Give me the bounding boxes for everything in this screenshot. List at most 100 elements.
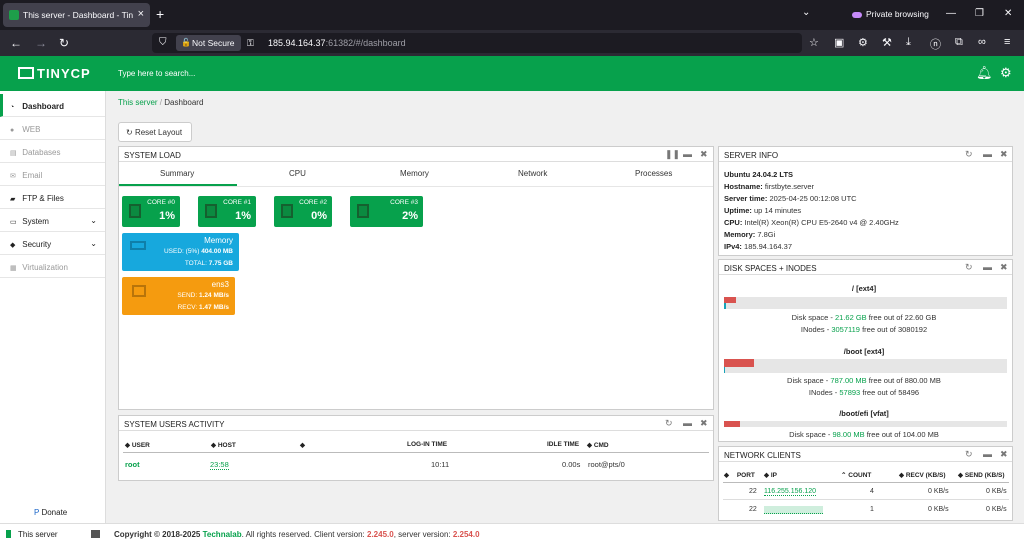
extensions-puzzle-icon[interactable]: ⧉ bbox=[955, 36, 963, 49]
key-icon[interactable]: ⚿ bbox=[247, 38, 254, 49]
cpu-chip-icon bbox=[205, 204, 217, 218]
minimize-panel-icon[interactable]: ▬ bbox=[983, 262, 992, 272]
cpu-chip-icon bbox=[129, 204, 141, 218]
user-host[interactable]: 23:58 bbox=[210, 460, 229, 470]
pocket-icon[interactable]: ▣ bbox=[834, 36, 844, 49]
column-header-login[interactable]: LOG-IN TIME bbox=[407, 441, 447, 448]
sidebar-item-ftp-files[interactable]: ▰ FTP & Files bbox=[0, 186, 105, 209]
settings-gears-icon[interactable]: ⚙ bbox=[1000, 65, 1012, 81]
column-header-recv[interactable]: ◆ RECV (KB/S) bbox=[899, 471, 946, 479]
restore-icon[interactable]: ❐ bbox=[975, 8, 984, 19]
tab-network[interactable]: Network bbox=[518, 169, 547, 178]
minimize-panel-icon[interactable]: ▬ bbox=[683, 149, 692, 159]
server-icon: ▦ bbox=[10, 265, 17, 272]
minimize-icon[interactable]: — bbox=[946, 8, 956, 19]
refresh-icon[interactable]: ↻ bbox=[965, 262, 973, 273]
core-name: CORE #3 bbox=[390, 199, 418, 206]
shield-icon[interactable]: ⛉ bbox=[159, 37, 167, 48]
network-clients-panel: NETWORK CLIENTS ↻ ▬ ✖ ◆ PORT ◆ IP ⌃ COUN… bbox=[718, 446, 1013, 521]
database-icon: ▤ bbox=[10, 150, 17, 157]
reset-layout-label: Reset Layout bbox=[134, 128, 183, 137]
close-panel-icon[interactable]: ✖ bbox=[1000, 149, 1008, 160]
refresh-icon[interactable]: ↻ bbox=[665, 418, 673, 429]
cpu-chip-icon bbox=[281, 204, 293, 218]
server-memory: Memory: 7.8Gi bbox=[724, 230, 775, 239]
breadcrumb-root-link[interactable]: This server bbox=[118, 98, 158, 107]
server-ipv4-value: 185.94.164.37 bbox=[744, 242, 792, 251]
url-text[interactable]: 185.94.164.37:61382/#/dashboard bbox=[268, 38, 406, 48]
column-header-idle[interactable]: IDLE TIME bbox=[547, 441, 579, 448]
minimize-panel-icon[interactable]: ▬ bbox=[983, 449, 992, 459]
new-tab-icon[interactable]: + bbox=[156, 6, 164, 22]
server-list-icon[interactable] bbox=[91, 530, 100, 538]
close-panel-icon[interactable]: ✖ bbox=[1000, 449, 1008, 460]
column-header-sort[interactable]: ◆ bbox=[300, 441, 305, 449]
column-header-port[interactable]: ◆ PORT bbox=[724, 471, 755, 479]
close-panel-icon[interactable]: ✖ bbox=[700, 418, 708, 429]
network-title: ens3 bbox=[211, 280, 229, 289]
server-selector[interactable]: This server bbox=[0, 523, 106, 545]
dashboard-icon: ◔ bbox=[10, 104, 15, 111]
column-header-send[interactable]: ◆ SEND (KB/S) bbox=[958, 471, 1005, 479]
sidebar-item-virtualization[interactable]: ▦ Virtualization bbox=[0, 255, 105, 278]
window-close-icon[interactable]: ✕ bbox=[1004, 8, 1012, 19]
sidebar-item-system[interactable]: ▭ System ⌄ bbox=[0, 209, 105, 232]
sidebar-item-label: Virtualization bbox=[22, 263, 68, 272]
back-icon[interactable]: ← bbox=[10, 36, 22, 50]
sidebar-item-web[interactable]: ● WEB bbox=[0, 117, 105, 140]
column-header-cmd[interactable]: ◆ CMD bbox=[587, 441, 609, 449]
core-name: CORE #1 bbox=[223, 199, 251, 206]
panel-title: DISK SPACES + INODES bbox=[724, 264, 817, 273]
close-tab-icon[interactable]: × bbox=[138, 8, 144, 20]
client-ip-redacted[interactable] bbox=[764, 506, 823, 514]
memory-total-label: TOTAL: bbox=[184, 260, 207, 267]
tools-wrench-icon[interactable]: ⚒ bbox=[882, 36, 892, 49]
notifications-bell-icon[interactable]: 🔔︎ bbox=[976, 65, 993, 81]
disk-space-label: Disk space - bbox=[787, 376, 829, 385]
minimize-panel-icon[interactable]: ▬ bbox=[983, 149, 992, 159]
close-panel-icon[interactable]: ✖ bbox=[1000, 262, 1008, 273]
sidebar-item-dashboard[interactable]: ◔ Dashboard bbox=[0, 94, 105, 117]
tab-processes[interactable]: Processes bbox=[635, 169, 672, 178]
close-panel-icon[interactable]: ✖ bbox=[700, 149, 708, 160]
column-header-host[interactable]: ◆ HOST bbox=[211, 441, 236, 449]
user-name[interactable]: root bbox=[125, 460, 140, 469]
extension-icon[interactable]: ⚙ bbox=[858, 36, 868, 49]
disk-name: /boot/efi [vfat] bbox=[839, 409, 889, 418]
refresh-icon[interactable]: ↻ bbox=[965, 449, 973, 460]
list-tabs-chevron-icon[interactable]: ⌄ bbox=[802, 7, 810, 18]
client-ip[interactable]: 116.255.156.120 bbox=[764, 488, 817, 496]
downloads-icon[interactable]: ⤓ bbox=[906, 36, 911, 49]
account-icon[interactable]: ⓝ bbox=[930, 36, 941, 52]
refresh-icon[interactable]: ↻ bbox=[965, 149, 973, 160]
inodes-free: 3057119 bbox=[831, 325, 860, 334]
minimize-panel-icon[interactable]: ▬ bbox=[683, 418, 692, 428]
footer-server-label: , server version: bbox=[393, 530, 451, 539]
menu-icon[interactable]: ≡ bbox=[1004, 36, 1010, 48]
column-header-user[interactable]: ◆ USER bbox=[125, 441, 150, 449]
reload-icon[interactable]: ↻ bbox=[59, 36, 69, 50]
sidebar-item-databases[interactable]: ▤ Databases bbox=[0, 140, 105, 163]
forward-icon[interactable]: → bbox=[35, 36, 47, 50]
server-selector-label: This server bbox=[18, 530, 58, 539]
donate-link[interactable]: P Donate bbox=[34, 508, 67, 517]
column-header-count[interactable]: ⌃ COUNT bbox=[841, 471, 871, 479]
sidebar-item-security[interactable]: ◆ Security ⌄ bbox=[0, 232, 105, 255]
pause-icon[interactable]: ❚❚ bbox=[665, 149, 680, 160]
browser-tab[interactable]: This server - Dashboard - TinyCP × bbox=[3, 3, 150, 27]
search-input[interactable]: Type here to search... bbox=[118, 69, 195, 78]
reset-layout-button[interactable]: ↻ Reset Layout bbox=[118, 122, 192, 142]
tab-cpu[interactable]: CPU bbox=[289, 169, 306, 178]
footer-company-link[interactable]: Technalab bbox=[203, 530, 242, 539]
tab-summary[interactable]: Summary bbox=[160, 169, 194, 178]
column-header-ip[interactable]: ◆ IP bbox=[764, 471, 777, 479]
private-mask-toolbar-icon[interactable]: ∞ bbox=[978, 36, 986, 48]
disk-total: 22.60 GB bbox=[904, 313, 937, 322]
bookmark-star-icon[interactable]: ☆ bbox=[809, 36, 819, 49]
core-value: 2% bbox=[402, 210, 418, 222]
sidebar-item-email[interactable]: ✉ Email bbox=[0, 163, 105, 186]
not-secure-badge[interactable]: 🔓 Not Secure bbox=[176, 35, 241, 51]
tab-memory[interactable]: Memory bbox=[400, 169, 429, 178]
tinycp-logo[interactable]: TINYCP bbox=[18, 66, 91, 81]
disk-space-text: Disk space - 98.00 MB free out of 104.00… bbox=[719, 430, 1009, 439]
